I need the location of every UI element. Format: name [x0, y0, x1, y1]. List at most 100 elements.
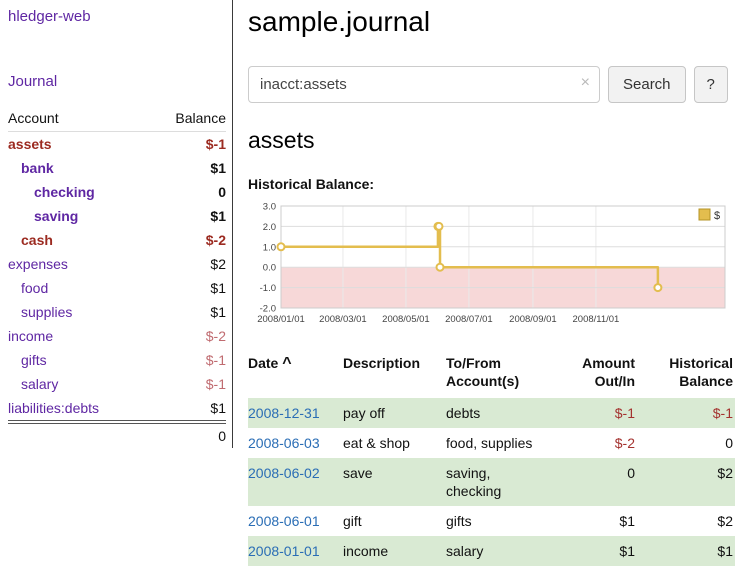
account-name-cell: assets — [8, 132, 148, 157]
transaction-amount: $-2 — [550, 428, 643, 458]
register-header-description: Description — [343, 352, 446, 398]
transaction-balance: $2 — [643, 458, 735, 506]
sidebar: hledger-web Journal Account Balance asse… — [0, 0, 233, 448]
accounts-header-account: Account — [8, 106, 148, 132]
account-name-cell: liabilities:debts — [8, 396, 148, 422]
transaction-balance: $2 — [643, 506, 735, 536]
sort-ascending-icon: ^ — [282, 355, 291, 372]
account-balance: $1 — [148, 156, 226, 180]
register-tbody: 2008-12-31pay offdebts$-1$-12008-06-03ea… — [248, 398, 735, 566]
register-row: 2008-06-01giftgifts$1$2 — [248, 506, 735, 536]
register-header-date[interactable]: Date ^ — [248, 352, 343, 398]
account-name-cell: food — [8, 276, 148, 300]
account-name-cell: supplies — [8, 300, 148, 324]
account-link[interactable]: expenses — [8, 255, 68, 273]
account-link[interactable]: cash — [21, 231, 53, 249]
account-row: supplies$1 — [8, 300, 226, 324]
clear-search-icon[interactable]: × — [581, 75, 590, 91]
account-balance: $-2 — [148, 228, 226, 252]
search-bar: × Search ? — [248, 66, 735, 103]
svg-text:1.0: 1.0 — [263, 242, 276, 253]
transaction-accounts: gifts — [446, 506, 550, 536]
account-link[interactable]: liabilities:debts — [8, 399, 99, 417]
transaction-date-link[interactable]: 2008-06-02 — [248, 465, 320, 481]
register-header-row: Date ^ Description To/From Account(s) Am… — [248, 352, 735, 398]
svg-text:2008/01/01: 2008/01/01 — [257, 314, 305, 325]
register-row: 2008-01-01incomesalary$1$1 — [248, 536, 735, 566]
register-row: 2008-06-03 eat & shopfood, supplies$-20 — [248, 428, 735, 458]
page-title: sample.journal — [248, 6, 735, 38]
accounts-header-row: Account Balance — [8, 106, 226, 132]
transaction-amount: 0 — [550, 458, 643, 506]
search-input[interactable] — [248, 66, 600, 103]
accounts-table: Account Balance assets$-1bank$1checking0… — [8, 106, 226, 448]
account-row: expenses$2 — [8, 252, 226, 276]
svg-text:2008/09/01: 2008/09/01 — [509, 314, 557, 325]
svg-text:2008/07/01: 2008/07/01 — [445, 314, 493, 325]
search-box: × — [248, 66, 600, 103]
account-link[interactable]: bank — [21, 159, 54, 177]
account-link[interactable]: food — [21, 279, 48, 297]
account-link[interactable]: saving — [34, 207, 78, 225]
transaction-date-cell: 2008-12-31 — [248, 398, 343, 428]
svg-text:-2.0: -2.0 — [260, 304, 276, 315]
svg-text:2.0: 2.0 — [263, 222, 276, 233]
account-row: salary $-1 — [8, 372, 226, 396]
svg-text:3.0: 3.0 — [263, 202, 276, 213]
transaction-date-link[interactable]: 2008-06-01 — [248, 513, 320, 529]
account-name-cell: bank — [8, 156, 148, 180]
account-row: bank $1 — [8, 156, 226, 180]
transaction-balance: $1 — [643, 536, 735, 566]
transaction-date-cell: 2008-01-01 — [248, 536, 343, 566]
transaction-accounts: food, supplies — [446, 428, 550, 458]
register-row: 2008-12-31pay offdebts$-1$-1 — [248, 398, 735, 428]
account-name-cell: cash — [8, 228, 148, 252]
accounts-total-balance: 0 — [148, 422, 226, 448]
account-balance: $1 — [148, 276, 226, 300]
register-table: Date ^ Description To/From Account(s) Am… — [248, 352, 735, 566]
account-name-cell: income — [8, 324, 148, 348]
historical-balance-chart: 3.0 2.0 1.0 0.0 -1.0 -2.02008/01/01 2008/03/01… — [248, 198, 735, 328]
accounts-total-spacer — [8, 422, 148, 448]
svg-text:-1.0: -1.0 — [260, 283, 276, 294]
app-title-link[interactable]: hledger-web — [8, 8, 226, 25]
account-link[interactable]: gifts — [21, 351, 47, 369]
transaction-description: save — [343, 458, 446, 506]
chart-title: Historical Balance: — [248, 176, 735, 192]
transaction-date-link[interactable]: 2008-01-01 — [248, 543, 320, 559]
transaction-date-cell: 2008-06-03 — [248, 428, 343, 458]
account-row: assets$-1 — [8, 132, 226, 157]
account-row: saving $1 — [8, 204, 226, 228]
journal-link[interactable]: Journal — [8, 73, 226, 90]
account-link[interactable]: income — [8, 327, 53, 345]
transaction-description: eat & shop — [343, 428, 446, 458]
transaction-date-link[interactable]: 2008-12-31 — [248, 405, 320, 421]
account-balance: $1 — [148, 204, 226, 228]
account-link[interactable]: assets — [8, 135, 52, 153]
help-button[interactable]: ? — [694, 66, 728, 103]
transaction-amount: $-1 — [550, 398, 643, 428]
account-balance: 0 — [148, 180, 226, 204]
transaction-description: income — [343, 536, 446, 566]
accounts-header-balance: Balance — [148, 106, 226, 132]
svg-text:0.0: 0.0 — [263, 263, 276, 274]
main-content: sample.journal × Search ? assets Histori… — [233, 0, 742, 566]
transaction-amount: $1 — [550, 536, 643, 566]
transaction-description: pay off — [343, 398, 446, 428]
account-balance: $-1 — [148, 372, 226, 396]
transaction-accounts: saving, checking — [446, 458, 550, 506]
transaction-balance: 0 — [643, 428, 735, 458]
svg-text:2008/03/01: 2008/03/01 — [319, 314, 367, 325]
account-link[interactable]: salary — [21, 375, 58, 393]
svg-text:$: $ — [714, 210, 720, 222]
account-balance: $-1 — [148, 348, 226, 372]
account-link[interactable]: supplies — [21, 303, 72, 321]
account-link[interactable]: checking — [34, 183, 95, 201]
account-balance: $-2 — [148, 324, 226, 348]
search-button[interactable]: Search — [608, 66, 686, 103]
svg-text:2008/05/01: 2008/05/01 — [382, 314, 430, 325]
account-row: cash $-2 — [8, 228, 226, 252]
register-header-accounts: To/From Account(s) — [446, 352, 550, 398]
transaction-date-link[interactable]: 2008-06-03 — [248, 435, 320, 451]
transaction-amount: $1 — [550, 506, 643, 536]
